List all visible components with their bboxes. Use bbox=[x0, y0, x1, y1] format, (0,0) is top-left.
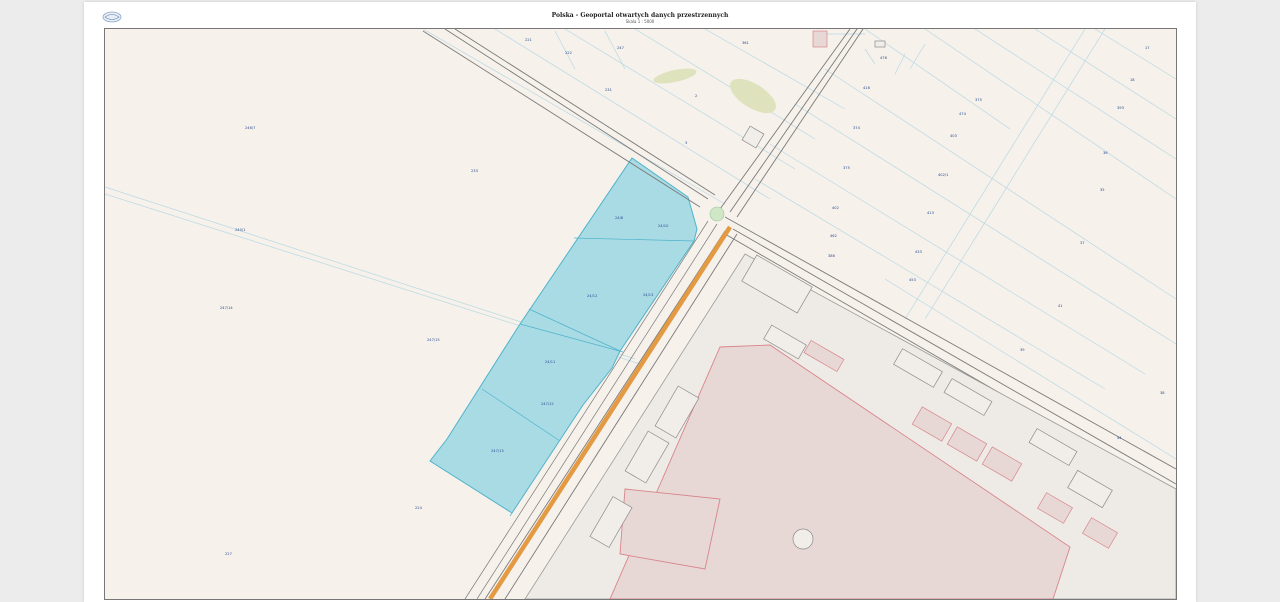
svg-text:38: 38 bbox=[1160, 391, 1165, 395]
svg-text:24/8: 24/8 bbox=[615, 216, 624, 220]
svg-text:393: 393 bbox=[1117, 106, 1124, 110]
svg-text:41: 41 bbox=[1058, 304, 1063, 308]
svg-text:39: 39 bbox=[1020, 348, 1025, 352]
svg-text:375: 375 bbox=[975, 98, 982, 102]
svg-text:24/12: 24/12 bbox=[587, 294, 597, 298]
svg-text:44: 44 bbox=[1117, 436, 1122, 440]
svg-text:374: 374 bbox=[853, 126, 861, 130]
svg-text:247/13: 247/13 bbox=[491, 449, 504, 453]
svg-text:222: 222 bbox=[565, 51, 572, 55]
svg-text:433: 433 bbox=[915, 250, 922, 254]
svg-text:247/15: 247/15 bbox=[427, 338, 440, 342]
svg-text:3: 3 bbox=[685, 141, 687, 145]
svg-text:2: 2 bbox=[695, 94, 697, 98]
svg-text:224: 224 bbox=[415, 506, 423, 510]
junction-green bbox=[709, 206, 725, 222]
svg-text:386: 386 bbox=[828, 254, 836, 258]
svg-text:476: 476 bbox=[880, 56, 888, 60]
svg-text:36: 36 bbox=[1103, 151, 1108, 155]
svg-text:37: 37 bbox=[1080, 241, 1085, 245]
svg-text:462: 462 bbox=[830, 234, 837, 238]
svg-text:17: 17 bbox=[1145, 46, 1150, 50]
map-scale: Skala 1 : 5000 bbox=[625, 19, 655, 24]
svg-text:247/14: 247/14 bbox=[220, 306, 233, 310]
svg-text:35: 35 bbox=[1100, 188, 1105, 192]
svg-text:247/12: 247/12 bbox=[541, 402, 554, 406]
svg-text:233: 233 bbox=[471, 169, 478, 173]
svg-text:403: 403 bbox=[950, 134, 957, 138]
svg-text:402: 402 bbox=[832, 206, 839, 210]
svg-text:18: 18 bbox=[1130, 78, 1135, 82]
svg-text:24/13: 24/13 bbox=[643, 293, 653, 297]
svg-text:416: 416 bbox=[863, 86, 871, 90]
svg-text:227: 227 bbox=[225, 552, 232, 556]
svg-text:361: 361 bbox=[742, 41, 749, 45]
svg-text:246/7: 246/7 bbox=[245, 126, 255, 130]
svg-text:231: 231 bbox=[605, 88, 612, 92]
map-title: Polska - Geoportal otwartych danych prze… bbox=[551, 12, 729, 19]
svg-text:474: 474 bbox=[959, 112, 967, 116]
svg-text:375: 375 bbox=[843, 166, 850, 170]
svg-text:453: 453 bbox=[909, 278, 916, 282]
map-canvas[interactable]: 246/7 240/1 24/8 24/10 24/12 24/13 24/11… bbox=[104, 28, 1177, 600]
svg-text:221: 221 bbox=[525, 38, 532, 42]
cadastral-map[interactable]: 246/7 240/1 24/8 24/10 24/12 24/13 24/11… bbox=[105, 29, 1176, 599]
svg-text:240/1: 240/1 bbox=[235, 228, 245, 232]
svg-text:413: 413 bbox=[927, 211, 934, 215]
svg-text:24/11: 24/11 bbox=[545, 360, 555, 364]
svg-text:402/1: 402/1 bbox=[938, 173, 948, 177]
svg-text:24/10: 24/10 bbox=[658, 224, 669, 228]
svg-text:247: 247 bbox=[617, 46, 624, 50]
